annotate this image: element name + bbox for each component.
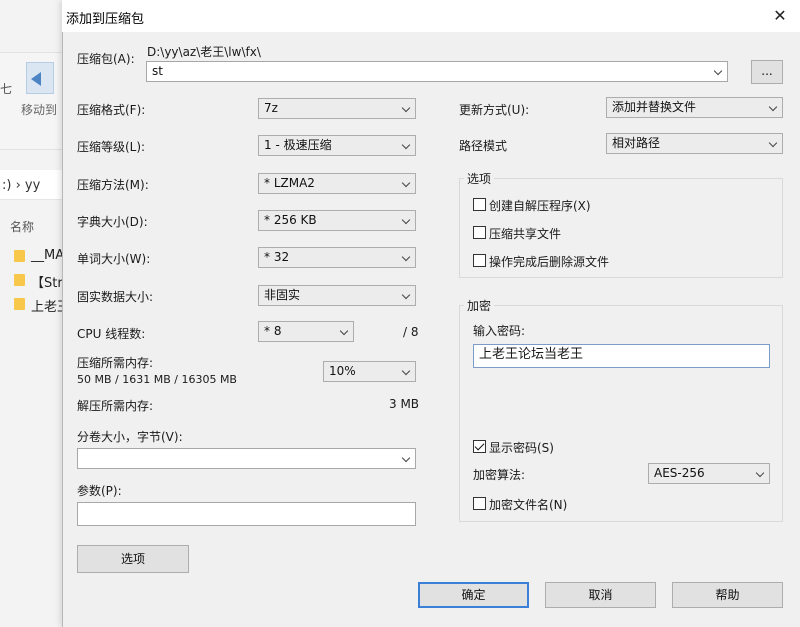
shared-label[interactable]: 压缩共享文件 [489,225,561,242]
algorithm-value: AES-256 [654,466,705,480]
dialog-title: 添加到压缩包 [66,12,145,27]
params-label: 参数(P): [77,484,122,498]
cpu-label: CPU 线程数: [77,327,146,341]
move-to-icon[interactable] [26,62,54,94]
close-button[interactable]: ✕ [766,3,794,29]
pathmode-value: 相对路径 [612,136,661,150]
mem-usage-value: 10% [329,364,356,378]
chevron-down-icon [401,290,411,300]
file-list-item[interactable]: 【Str [31,272,63,291]
options-button[interactable]: 选项 [77,545,189,573]
solid-label: 固实数据大小: [77,290,154,304]
file-list-item[interactable]: __MA [31,248,64,263]
encrypt-names-label[interactable]: 加密文件名(N) [489,496,567,513]
chevron-down-icon [401,453,411,463]
update-select[interactable]: 添加并替换文件 [606,97,783,118]
encrypt-names-checkbox[interactable] [473,497,486,510]
pathmode-label: 路径模式 [459,139,508,153]
delete-source-label[interactable]: 操作完成后删除源文件 [489,253,609,270]
folder-icon [14,274,25,286]
volume-label: 分卷大小，字节(V): [77,430,183,444]
chevron-down-icon [401,366,411,376]
ok-button[interactable]: 确定 [418,582,529,608]
format-value: 7z [264,101,278,115]
algorithm-label: 加密算法: [473,468,526,482]
encryption-group-title: 加密 [464,297,495,314]
chevron-down-icon [401,178,411,188]
folder-icon [14,298,25,310]
password-label: 输入密码: [473,324,526,338]
mem-compress-label: 压缩所需内存: [77,356,154,370]
dict-label: 字典大小(D): [77,215,148,229]
solid-select[interactable]: 非固实 [258,285,416,306]
show-password-checkbox[interactable] [473,440,486,453]
move-to-label[interactable]: 移动到 [21,101,57,118]
cpu-value: * 8 [264,324,282,338]
close-icon: ✕ [773,6,787,25]
level-value: 1 - 极速压缩 [264,138,332,152]
sfx-checkbox[interactable] [473,198,486,211]
shared-checkbox[interactable] [473,226,486,239]
chevron-down-icon [755,468,765,478]
mem-decompress-value: 3 MB [389,397,420,411]
sfx-label[interactable]: 创建自解压程序(X) [489,197,591,214]
chevron-down-icon [401,252,411,262]
password-input[interactable]: 上老王论坛当老王 [473,344,770,368]
dict-value: * 256 KB [264,213,317,227]
word-select[interactable]: * 32 [258,247,416,268]
cpu-max: / 8 [403,325,419,339]
algorithm-select[interactable]: AES-256 [648,463,770,484]
chevron-down-icon [713,66,723,76]
archive-path: D:\yy\az\老王\lw\fx\ [147,45,261,59]
pathmode-select[interactable]: 相对路径 [606,133,783,154]
delete-source-checkbox[interactable] [473,254,486,267]
chevron-down-icon [768,102,778,112]
word-value: * 32 [264,250,290,264]
browse-button[interactable]: ... [751,60,783,84]
format-label: 压缩格式(F): [77,103,146,117]
chevron-down-icon [401,140,411,150]
level-label: 压缩等级(L): [77,140,146,154]
help-button[interactable]: 帮助 [672,582,783,608]
chevron-down-icon [401,215,411,225]
options-group-title: 选项 [464,170,495,187]
volume-combobox[interactable] [77,448,416,469]
show-password-label[interactable]: 显示密码(S) [489,439,554,456]
method-select[interactable]: * LZMA2 [258,173,416,194]
update-label: 更新方式(U): [459,103,530,117]
cpu-select[interactable]: * 8 [258,321,354,342]
archive-label: 压缩包(A): [77,52,135,66]
format-select[interactable]: 7z [258,98,416,119]
dialog-titlebar[interactable] [62,0,800,32]
params-input[interactable] [77,502,416,526]
folder-icon [14,250,25,262]
chevron-down-icon [339,326,349,336]
method-value: * LZMA2 [264,176,315,190]
update-value: 添加并替换文件 [612,100,697,114]
mem-compress-detail: 50 MB / 1631 MB / 16305 MB [77,373,237,386]
dict-select[interactable]: * 256 KB [258,210,416,231]
mem-decompress-label: 解压所需内存: [77,399,154,413]
column-header-name[interactable]: 名称 [10,218,34,235]
chevron-down-icon [768,138,778,148]
mem-usage-select[interactable]: 10% [323,361,416,382]
archive-name-value: st [152,64,163,78]
cancel-button[interactable]: 取消 [545,582,656,608]
level-select[interactable]: 1 - 极速压缩 [258,135,416,156]
ribbon-cut-glyph: 七 [0,82,13,96]
solid-value: 非固实 [264,288,301,302]
word-label: 单词大小(W): [77,252,151,266]
chevron-down-icon [401,103,411,113]
method-label: 压缩方法(M): [77,178,149,192]
explorer-address-text: :) › yy [2,178,41,193]
archive-name-combobox[interactable]: st [146,61,728,82]
